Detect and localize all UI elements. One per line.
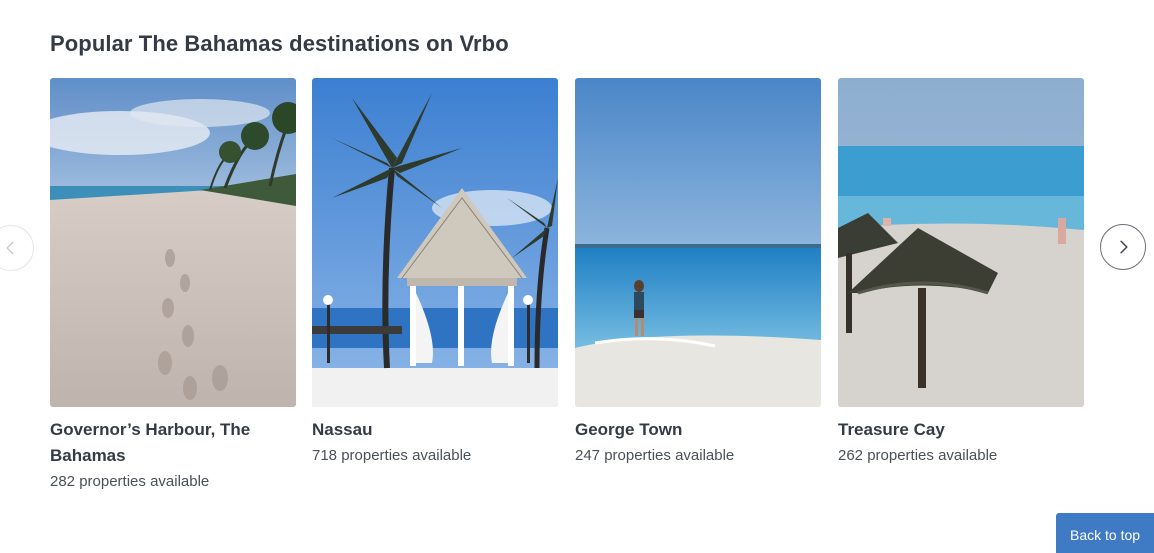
back-to-top-button[interactable]: Back to top	[1056, 513, 1154, 553]
section-title: Popular The Bahamas destinations on Vrbo	[50, 31, 509, 56]
destination-name[interactable]: Nassau	[312, 417, 558, 443]
destination-card-governors-harbour[interactable]: Governor’s Harbour, The Bahamas 282 prop…	[50, 78, 296, 495]
destination-name[interactable]: George Town	[575, 417, 821, 443]
destination-photo[interactable]	[50, 78, 296, 407]
destination-property-count: 718 properties available	[312, 447, 472, 464]
carousel-next-button[interactable]	[1100, 224, 1146, 270]
carousel-prev-button[interactable]	[0, 225, 34, 271]
destination-property-count: 282 properties available	[50, 473, 210, 490]
chevron-left-icon	[6, 241, 14, 255]
destination-card-treasure-cay[interactable]: Treasure Cay 262 properties available	[838, 78, 1084, 469]
destination-card-nassau[interactable]: Nassau 718 properties available	[312, 78, 558, 469]
destination-name[interactable]: Governor’s Harbour, The Bahamas	[50, 417, 296, 469]
destination-photo[interactable]	[575, 78, 821, 407]
destination-card-george-town[interactable]: George Town 247 properties available	[575, 78, 821, 469]
destination-property-count: 247 properties available	[575, 447, 735, 464]
destination-property-count: 262 properties available	[838, 447, 998, 464]
destination-name[interactable]: Treasure Cay	[838, 417, 1084, 443]
destination-photo[interactable]	[838, 78, 1084, 407]
chevron-right-icon	[1120, 240, 1128, 254]
destination-photo[interactable]	[312, 78, 558, 407]
